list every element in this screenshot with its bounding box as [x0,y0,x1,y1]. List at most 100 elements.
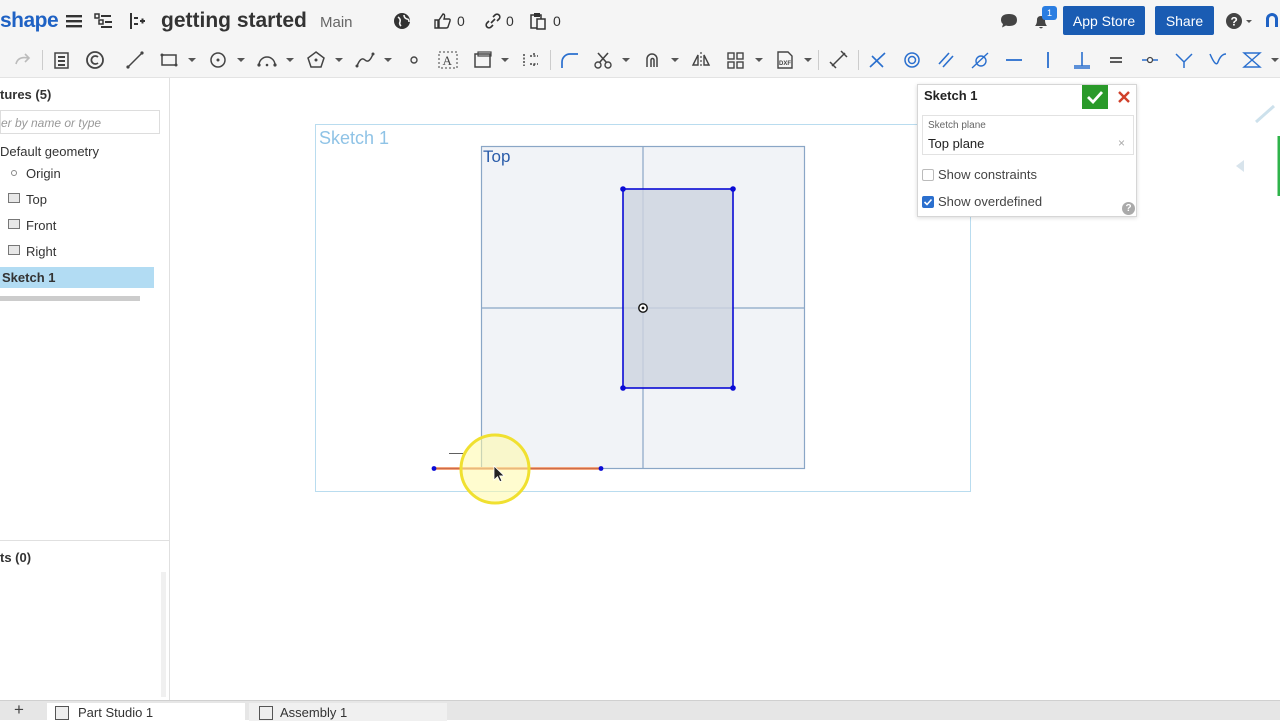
help-icon[interactable]: ? [1225,11,1252,31]
mirror-tool-icon[interactable] [690,50,712,70]
svg-text:?: ? [1231,15,1238,29]
normal-constraint-icon[interactable] [1173,50,1195,70]
tree-item-label: Origin [26,166,61,181]
mouse-cursor-icon [493,465,506,483]
fillet-tool-icon[interactable] [558,50,580,70]
tree-item-label: Front [26,218,57,233]
symmetric-constraint-icon[interactable] [1241,50,1263,70]
polygon-tool-icon[interactable] [305,50,327,70]
assembly-icon [259,706,273,720]
use-icon[interactable] [84,50,106,70]
panel-divider[interactable] [0,540,170,541]
branch-name[interactable]: Main [320,14,353,31]
image-tool-icon[interactable] [472,50,494,70]
comments-icon[interactable] [999,11,1019,31]
coincident-constraint-icon[interactable] [867,50,889,70]
show-constraints-label[interactable]: Show constraints [938,167,1037,182]
spline-tool-icon[interactable] [354,50,376,70]
cancel-button[interactable] [1114,86,1134,108]
offset-dropdown-icon[interactable] [671,58,679,62]
insert-icon[interactable] [126,11,146,31]
menu-icon[interactable] [64,11,84,31]
part-studio-icon [55,706,69,720]
tab-assembly-1[interactable]: Assembly 1 [249,703,447,721]
offset-tool-icon[interactable] [641,50,663,70]
globe-icon[interactable] [392,11,412,31]
vertical-constraint-icon[interactable] [1037,50,1059,70]
circle-dropdown-icon[interactable] [237,58,245,62]
like-icon[interactable] [432,11,452,31]
sketch-plane-field[interactable]: Sketch plane Top plane × [922,115,1134,155]
more-constraints-dropdown-icon[interactable] [1271,58,1279,62]
feature-filter-input[interactable]: er by name or type [0,110,160,134]
add-tab-button[interactable]: + [14,700,32,719]
show-overdefined-checkbox[interactable] [922,196,934,208]
construction-tool-icon[interactable] [520,50,542,70]
feature-list-icon[interactable] [94,11,114,31]
line-start-point [431,466,437,471]
circle-tool-icon[interactable] [207,50,229,70]
rectangle-tool-icon[interactable] [158,50,180,70]
tab-bar: + Part Studio 1 Assembly 1 [0,700,1280,721]
link-icon[interactable] [483,11,503,31]
toolbar-divider [818,50,819,70]
spline-dropdown-icon[interactable] [384,58,392,62]
feature-copy-icon[interactable] [50,50,72,70]
app-store-button[interactable]: App Store [1063,6,1145,35]
tree-item-label: Right [26,244,57,259]
features-header[interactable]: tures (5) [0,87,51,102]
close-icon [1118,91,1130,103]
user-avatar-icon[interactable] [1262,11,1280,31]
point-tool-icon[interactable] [403,50,425,70]
tree-item-default-geometry[interactable]: Default geometry [0,141,154,162]
dimension-tool-icon[interactable] [828,50,850,70]
midpoint-constraint-icon[interactable] [1139,50,1161,70]
equal-constraint-icon[interactable] [1105,50,1127,70]
origin-icon [11,170,17,176]
tangent-constraint-icon[interactable] [969,50,991,70]
show-constraints-checkbox[interactable] [922,169,934,181]
trim-tool-icon[interactable] [592,50,614,70]
trim-dropdown-icon[interactable] [622,58,630,62]
concentric-constraint-icon[interactable] [901,50,923,70]
parts-scrollbar[interactable] [161,572,166,697]
app-logo[interactable]: shape [0,9,59,33]
share-button[interactable]: Share [1155,6,1214,35]
perpendicular-constraint-icon[interactable] [1071,50,1093,70]
text-tool-icon[interactable]: A [437,50,459,70]
pattern-tool-icon[interactable] [725,50,747,70]
dxf-dropdown-icon[interactable] [804,58,812,62]
pattern-dropdown-icon[interactable] [755,58,763,62]
tree-item-sketch-1[interactable]: Sketch 1 [0,267,154,288]
copy-icon[interactable] [528,11,548,31]
copies-count: 0 [553,13,561,29]
tree-item-right-plane[interactable]: Right [0,241,154,262]
tree-item-origin[interactable]: Origin [0,163,154,184]
tree-item-label: Top [26,192,47,207]
rectangle-dropdown-icon[interactable] [188,58,196,62]
redo-icon[interactable] [12,50,34,70]
horizontal-scrollbar[interactable] [0,296,140,301]
polygon-dropdown-icon[interactable] [335,58,343,62]
tree-item-top-plane[interactable]: Top [0,189,154,210]
pierce-constraint-icon[interactable] [1207,50,1229,70]
dialog-help-icon[interactable]: ? [1122,202,1135,215]
svg-text:DXF: DXF [779,61,791,67]
document-title[interactable]: getting started [161,9,307,33]
accept-button[interactable] [1082,85,1108,109]
horizontal-constraint-icon[interactable] [1003,50,1025,70]
image-dropdown-icon[interactable] [501,58,509,62]
tree-item-front-plane[interactable]: Front [0,215,154,236]
arc-tool-icon[interactable] [256,50,278,70]
dxf-import-icon[interactable]: DXF [774,50,796,70]
tab-part-studio-1[interactable]: Part Studio 1 [47,703,245,721]
parallel-constraint-icon[interactable] [935,50,957,70]
show-overdefined-label[interactable]: Show overdefined [938,194,1042,209]
line-tool-icon[interactable] [124,50,146,70]
parts-header[interactable]: ts (0) [0,550,31,565]
sketch-plane-label: Sketch plane [928,120,986,131]
clear-selection-icon[interactable]: × [1118,136,1125,150]
arc-dropdown-icon[interactable] [286,58,294,62]
checkmark-icon [923,198,933,206]
toolbar-divider [42,50,43,70]
